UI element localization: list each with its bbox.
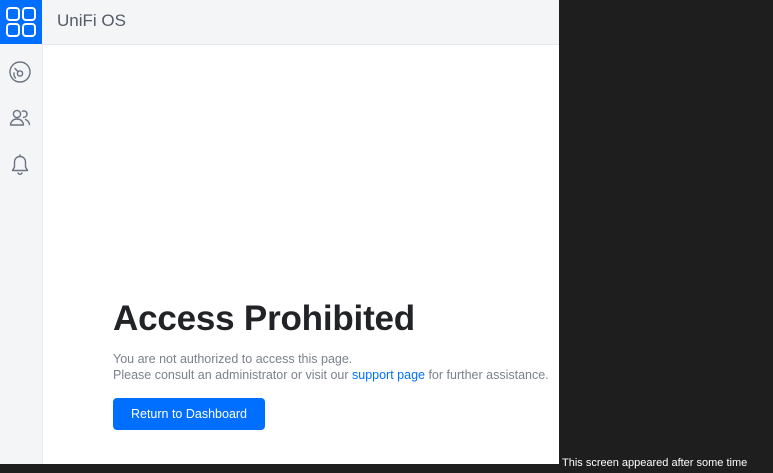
error-message: You are not authorized to access this pa… [113,351,549,383]
sidebar-item-notifications[interactable] [7,152,33,178]
main-content: Access Prohibited You are not authorized… [43,45,559,464]
unifi-window: UniFi OS Access Prohibited You are not a… [0,0,559,464]
sidebar-item-dashboard[interactable] [7,59,33,85]
sidebar [0,0,43,464]
grid-icon [6,7,36,37]
bell-icon [11,154,29,175]
sidebar-item-users[interactable] [7,105,33,131]
message-line-1: You are not authorized to access this pa… [113,352,353,366]
message-line-2-suffix: for further assistance. [424,368,549,382]
overlay-caption: This screen appeared after some time [562,457,748,469]
return-to-dashboard-button[interactable]: Return to Dashboard [113,398,265,430]
screen: UniFi OS Access Prohibited You are not a… [0,0,773,473]
message-line-2-prefix: Please consult an administrator or visit… [113,368,352,382]
dashboard-gauge-icon [9,61,31,83]
page-title: Access Prohibited [113,299,415,338]
top-bar: UniFi OS [42,0,559,45]
users-icon [9,109,31,126]
app-title: UniFi OS [57,11,126,30]
app-launcher-button[interactable] [0,0,42,44]
support-page-link[interactable]: support page [352,368,425,382]
